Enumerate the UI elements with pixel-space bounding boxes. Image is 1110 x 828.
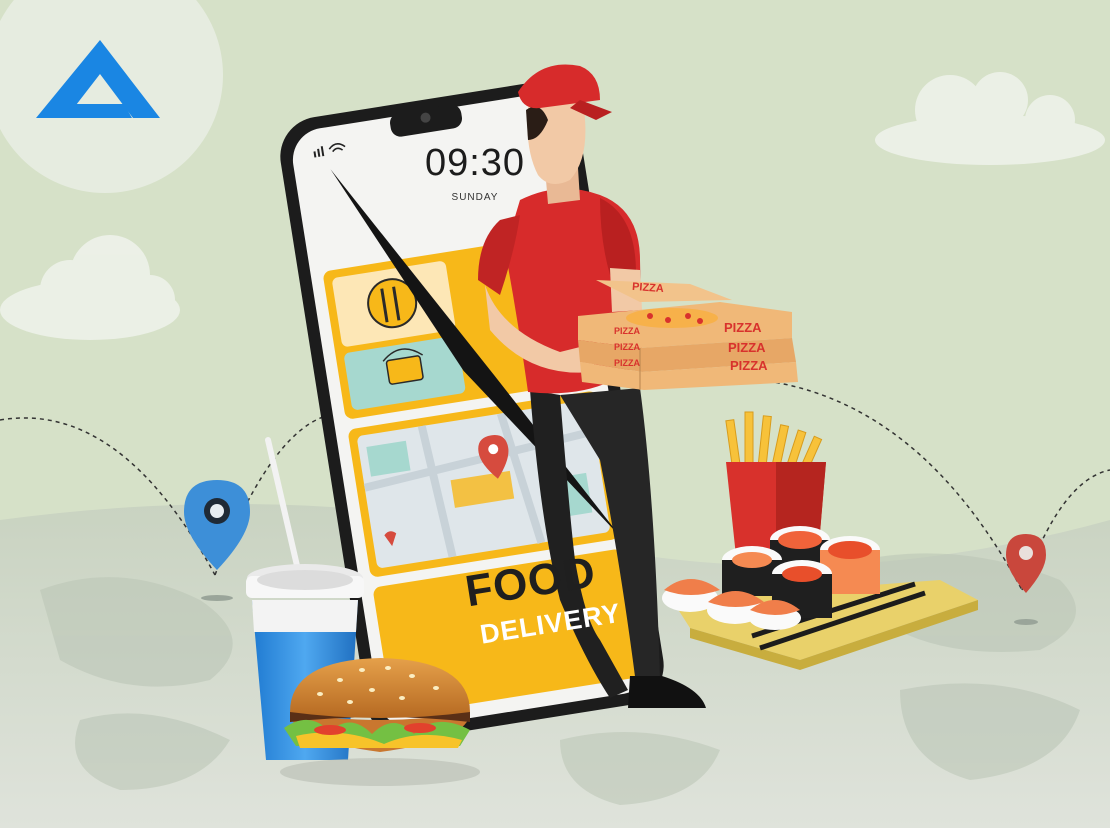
pizza-box-label: PIZZA bbox=[724, 320, 762, 335]
burger bbox=[280, 658, 480, 786]
pizza-box-label: PIZZA bbox=[614, 358, 640, 368]
pizza-box-label: PIZZA bbox=[631, 280, 665, 296]
pizza-box-label: PIZZA bbox=[730, 358, 768, 373]
pizza-box-label: PIZZA bbox=[614, 342, 640, 352]
food-delivery-illustration bbox=[0, 0, 1110, 828]
clock-day: SUNDAY bbox=[451, 192, 499, 203]
clock-time: 09:30 bbox=[424, 142, 526, 184]
pizza-box-label: PIZZA bbox=[614, 326, 640, 336]
pizza bbox=[626, 308, 718, 328]
pizza-box-label: PIZZA bbox=[728, 340, 766, 355]
